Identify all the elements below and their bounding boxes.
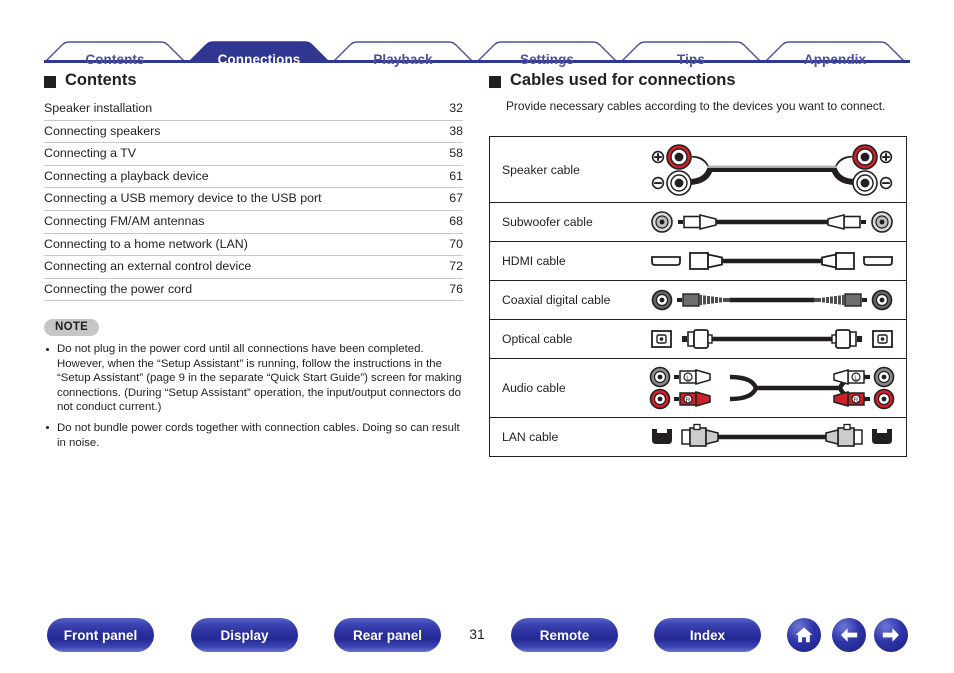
toc-title: Speaker installation xyxy=(44,101,153,115)
index-button[interactable]: Index xyxy=(654,618,761,652)
svg-text:R: R xyxy=(854,397,859,404)
cable-name: Audio cable xyxy=(502,381,566,395)
cable-name: HDMI cable xyxy=(502,254,566,268)
cable-name: Coaxial digital cable xyxy=(502,293,611,307)
toc-item[interactable]: Speaker installation 32 xyxy=(44,98,463,121)
toc-page: 68 xyxy=(449,213,463,228)
svg-text:R: R xyxy=(686,397,691,404)
tab-contents[interactable]: Contents xyxy=(46,52,184,67)
toc-page: 72 xyxy=(449,259,463,274)
right-heading-text: Cables used for connections xyxy=(510,71,736,89)
cable-name: LAN cable xyxy=(502,430,559,444)
speaker-cable-icon xyxy=(638,138,906,202)
remote-button[interactable]: Remote xyxy=(511,618,618,652)
tab-connections[interactable]: Connections xyxy=(190,52,328,67)
toc-page: 58 xyxy=(449,146,463,161)
toc-page: 32 xyxy=(449,101,463,115)
table-of-contents: Speaker installation 32 Connecting speak… xyxy=(44,98,463,302)
table-row: LAN cable xyxy=(490,418,906,456)
hdmi-cable-icon xyxy=(638,242,906,280)
toc-title: Connecting speakers xyxy=(44,123,161,138)
toc-item[interactable]: Connecting a USB memory device to the US… xyxy=(44,188,463,211)
toc-item[interactable]: Connecting a playback device 61 xyxy=(44,166,463,189)
toc-page: 67 xyxy=(449,191,463,206)
optical-cable-icon xyxy=(638,320,906,358)
page-number: 31 xyxy=(469,626,485,642)
toc-page: 38 xyxy=(449,123,463,138)
toc-item[interactable]: Connecting to a home network (LAN) 70 xyxy=(44,234,463,257)
subwoofer-cable-icon xyxy=(638,203,906,241)
svg-text:L: L xyxy=(854,375,858,382)
svg-text:L: L xyxy=(686,375,690,382)
cable-name: Optical cable xyxy=(502,332,573,346)
cables-table: Speaker cable Subwoofer cable HDMI cable… xyxy=(489,136,907,457)
tab-appendix[interactable]: Appendix xyxy=(766,52,904,67)
toc-title: Connecting FM/AM antennas xyxy=(44,213,205,228)
audio-cable-icon: L R L R xyxy=(638,359,906,417)
table-row: Audio cable L R L R xyxy=(490,359,906,418)
cable-name: Speaker cable xyxy=(502,162,580,177)
toc-item[interactable]: Connecting the power cord 76 xyxy=(44,279,463,302)
tab-bar: Contents Connections Playback Settings T… xyxy=(0,20,954,67)
tab-playback[interactable]: Playback xyxy=(334,52,472,67)
table-row: Subwoofer cable xyxy=(490,203,906,242)
table-row: Speaker cable xyxy=(490,137,906,203)
toc-item[interactable]: Connecting a TV 58 xyxy=(44,143,463,166)
home-icon[interactable] xyxy=(787,618,821,652)
tab-tips[interactable]: Tips xyxy=(622,52,760,67)
cables-intro-text: Provide necessary cables according to th… xyxy=(506,99,886,113)
note-block: NOTE Do not plug in the power cord until… xyxy=(44,317,469,456)
toc-title: Connecting an external control device xyxy=(44,259,252,274)
display-button[interactable]: Display xyxy=(191,618,298,652)
toc-title: Connecting a USB memory device to the US… xyxy=(44,191,322,206)
left-section-heading: Contents xyxy=(44,71,137,90)
table-row: HDMI cable xyxy=(490,242,906,281)
tab-settings[interactable]: Settings xyxy=(478,52,616,67)
note-item: Do not plug in the power cord until all … xyxy=(44,342,469,415)
footer-nav: Front panel Display Rear panel 31 Remote… xyxy=(0,618,954,658)
lan-cable-icon xyxy=(638,418,906,456)
toc-page: 61 xyxy=(449,168,463,183)
toc-item[interactable]: Connecting speakers 38 xyxy=(44,121,463,144)
cable-name: Subwoofer cable xyxy=(502,215,593,229)
toc-title: Connecting a playback device xyxy=(44,168,209,183)
left-heading-text: Contents xyxy=(65,71,137,89)
toc-item[interactable]: Connecting FM/AM antennas 68 xyxy=(44,211,463,234)
toc-page: 76 xyxy=(449,281,463,296)
toc-title: Connecting a TV xyxy=(44,146,137,161)
coaxial-cable-icon xyxy=(638,281,906,319)
rear-panel-button[interactable]: Rear panel xyxy=(334,618,441,652)
note-list: Do not plug in the power cord until all … xyxy=(44,342,469,450)
back-arrow-icon[interactable] xyxy=(832,618,866,652)
square-bullet-icon xyxy=(489,75,501,88)
front-panel-button[interactable]: Front panel xyxy=(47,618,154,652)
note-badge: NOTE xyxy=(44,319,100,336)
toc-title: Connecting to a home network (LAN) xyxy=(44,236,248,251)
right-section-heading: Cables used for connections xyxy=(489,71,736,90)
toc-title: Connecting the power cord xyxy=(44,281,193,296)
toc-page: 70 xyxy=(449,236,463,251)
table-row: Coaxial digital cable xyxy=(490,281,906,320)
table-row: Optical cable xyxy=(490,320,906,359)
note-item: Do not bundle power cords together with … xyxy=(44,421,469,450)
square-bullet-icon xyxy=(44,75,56,88)
forward-arrow-icon[interactable] xyxy=(874,618,908,652)
toc-item[interactable]: Connecting an external control device 72 xyxy=(44,256,463,279)
